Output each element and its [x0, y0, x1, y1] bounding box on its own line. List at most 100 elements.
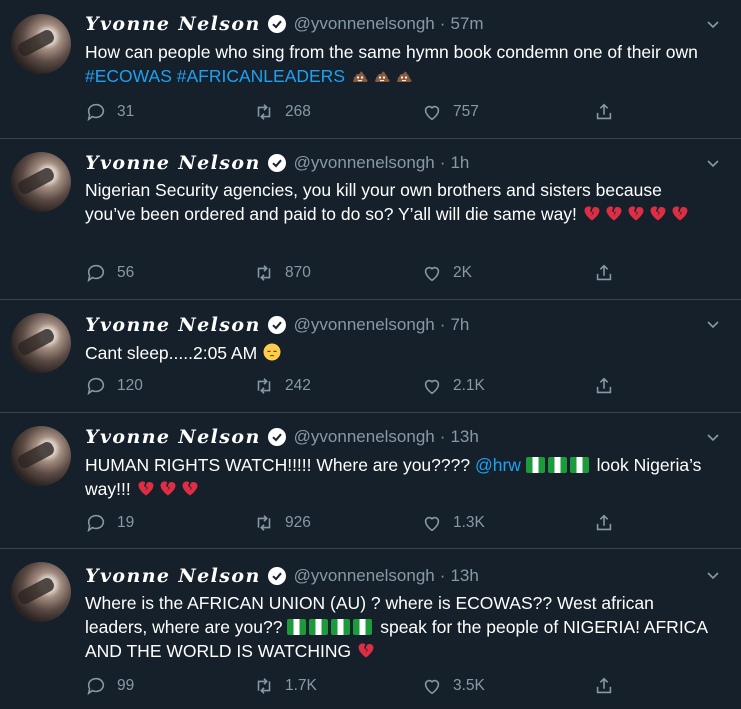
- poop-emoji-icon: [350, 65, 370, 91]
- reply-icon: [87, 677, 105, 696]
- tweet[interactable]: Yvonne Nelson @yvonnenelsongh · 1h Niger…: [0, 139, 741, 300]
- avatar[interactable]: [11, 426, 71, 486]
- broken-heart-emoji-icon: [670, 203, 690, 229]
- tweet-text: HUMAN RIGHTS WATCH!!!!! Where are you???…: [85, 453, 715, 504]
- broken-heart-emoji-icon: [648, 203, 668, 229]
- avatar[interactable]: [11, 152, 71, 212]
- hashtag-link[interactable]: #AFRICANLEADERS: [177, 66, 345, 86]
- tweet[interactable]: Yvonne Nelson @yvonnenelsongh · 57m How …: [0, 0, 741, 139]
- like-count: 757: [453, 103, 479, 120]
- handle[interactable]: @yvonnenelsongh: [294, 14, 435, 34]
- display-name[interactable]: Yvonne Nelson: [85, 13, 261, 35]
- tweet-actions: 99 1.7K 3.5K: [85, 675, 645, 699]
- broken-heart-emoji-icon: [604, 203, 624, 229]
- separator-dot: ·: [439, 315, 446, 334]
- tweet[interactable]: Yvonne Nelson @yvonnenelsongh · 13h HUMA…: [0, 413, 741, 549]
- retweet-button[interactable]: 1.7K: [253, 675, 317, 697]
- reply-button[interactable]: 31: [85, 101, 134, 123]
- timestamp[interactable]: 1h: [450, 153, 469, 173]
- timestamp[interactable]: 13h: [450, 427, 478, 447]
- heart-icon: [424, 679, 440, 695]
- chevron-down-icon[interactable]: [705, 429, 721, 445]
- like-button[interactable]: 2.1K: [421, 375, 485, 397]
- nigeria-flag-emoji-icon: [287, 619, 307, 635]
- display-name[interactable]: Yvonne Nelson: [85, 314, 261, 336]
- reply-count: 31: [117, 103, 135, 120]
- avatar[interactable]: [11, 14, 71, 74]
- tweet[interactable]: Yvonne Nelson @yvonnenelsongh · 13h Wher…: [0, 549, 741, 709]
- tweet-text-segment: Cant sleep.....2:05 AM: [85, 343, 263, 363]
- heart-icon: [424, 266, 440, 282]
- reply-button[interactable]: 120: [85, 375, 143, 397]
- handle[interactable]: @yvonnenelsongh: [294, 566, 435, 586]
- display-name[interactable]: Yvonne Nelson: [85, 152, 261, 174]
- mention-link[interactable]: @hrw: [475, 455, 521, 475]
- nigeria-flag-emoji-icon: [547, 457, 567, 473]
- share-button[interactable]: [593, 675, 625, 697]
- separator-dot: ·: [439, 153, 446, 172]
- tweet-actions: 19 926 1.3K: [85, 512, 645, 536]
- like-button[interactable]: 2K: [421, 262, 472, 284]
- reply-count: 56: [117, 264, 135, 281]
- retweet-button[interactable]: 268: [253, 101, 311, 123]
- tweet[interactable]: Yvonne Nelson @yvonnenelsongh · 7h Cant …: [0, 300, 741, 413]
- timestamp[interactable]: 7h: [450, 315, 469, 335]
- verified-badge-icon: [267, 154, 286, 172]
- share-button[interactable]: [593, 512, 625, 534]
- like-button[interactable]: 1.3K: [421, 512, 485, 534]
- retweet-icon: [257, 265, 271, 281]
- reply-button[interactable]: 99: [85, 675, 134, 697]
- timeline: Yvonne Nelson @yvonnenelsongh · 57m How …: [0, 0, 741, 696]
- timestamp[interactable]: 13h: [450, 566, 478, 586]
- retweet-button[interactable]: 242: [253, 375, 311, 397]
- tweet-actions: 56 870 2K: [85, 262, 645, 286]
- share-icon: [596, 264, 612, 281]
- chevron-down-icon[interactable]: [705, 316, 721, 332]
- verified-badge-icon: [267, 15, 286, 33]
- tweet-text: Where is the AFRICAN UNION (AU) ? where …: [85, 591, 715, 666]
- broken-heart-emoji-icon: [158, 478, 178, 504]
- nigeria-flag-emoji-icon: [525, 457, 545, 473]
- chevron-down-icon[interactable]: [705, 567, 721, 583]
- retweet-count: 870: [285, 264, 311, 281]
- handle[interactable]: @yvonnenelsongh: [294, 315, 435, 335]
- separator-dot: ·: [439, 427, 446, 446]
- like-count: 1.3K: [453, 514, 485, 531]
- broken-heart-emoji-icon: [136, 478, 156, 504]
- display-name[interactable]: Yvonne Nelson: [85, 426, 261, 448]
- avatar[interactable]: [11, 562, 71, 622]
- retweet-count: 242: [285, 377, 311, 394]
- timestamp[interactable]: 57m: [450, 14, 483, 34]
- retweet-button[interactable]: 926: [253, 512, 311, 534]
- share-button[interactable]: [593, 101, 625, 123]
- avatar[interactable]: [11, 313, 71, 373]
- broken-heart-emoji-icon: [626, 203, 646, 229]
- poop-emoji-icon: [372, 65, 392, 91]
- nigeria-flag-emoji-icon: [353, 619, 373, 635]
- retweet-button[interactable]: 870: [253, 262, 311, 284]
- chevron-down-icon[interactable]: [705, 155, 721, 171]
- tweet-header: Yvonne Nelson @yvonnenelsongh · 1h: [85, 151, 469, 175]
- reply-count: 120: [117, 377, 143, 394]
- retweet-icon: [257, 678, 271, 694]
- hashtag-link[interactable]: #ECOWAS: [85, 66, 172, 86]
- reply-button[interactable]: 19: [85, 512, 134, 534]
- retweet-icon: [257, 515, 271, 531]
- like-button[interactable]: 3.5K: [421, 675, 485, 697]
- handle[interactable]: @yvonnenelsongh: [294, 427, 435, 447]
- display-name[interactable]: Yvonne Nelson: [85, 565, 261, 587]
- chevron-down-icon[interactable]: [705, 16, 721, 32]
- share-button[interactable]: [593, 375, 625, 397]
- heart-icon: [424, 105, 440, 121]
- like-count: 2K: [453, 264, 472, 281]
- tweet-text: Cant sleep.....2:05 AM: [85, 341, 715, 368]
- share-icon: [596, 377, 612, 394]
- handle[interactable]: @yvonnenelsongh: [294, 153, 435, 173]
- like-button[interactable]: 757: [421, 101, 479, 123]
- pensive-face-emoji-icon: [262, 342, 282, 368]
- share-button[interactable]: [593, 262, 625, 284]
- share-icon: [596, 514, 612, 531]
- retweet-icon: [257, 104, 271, 120]
- broken-heart-emoji-icon: [582, 203, 602, 229]
- reply-button[interactable]: 56: [85, 262, 134, 284]
